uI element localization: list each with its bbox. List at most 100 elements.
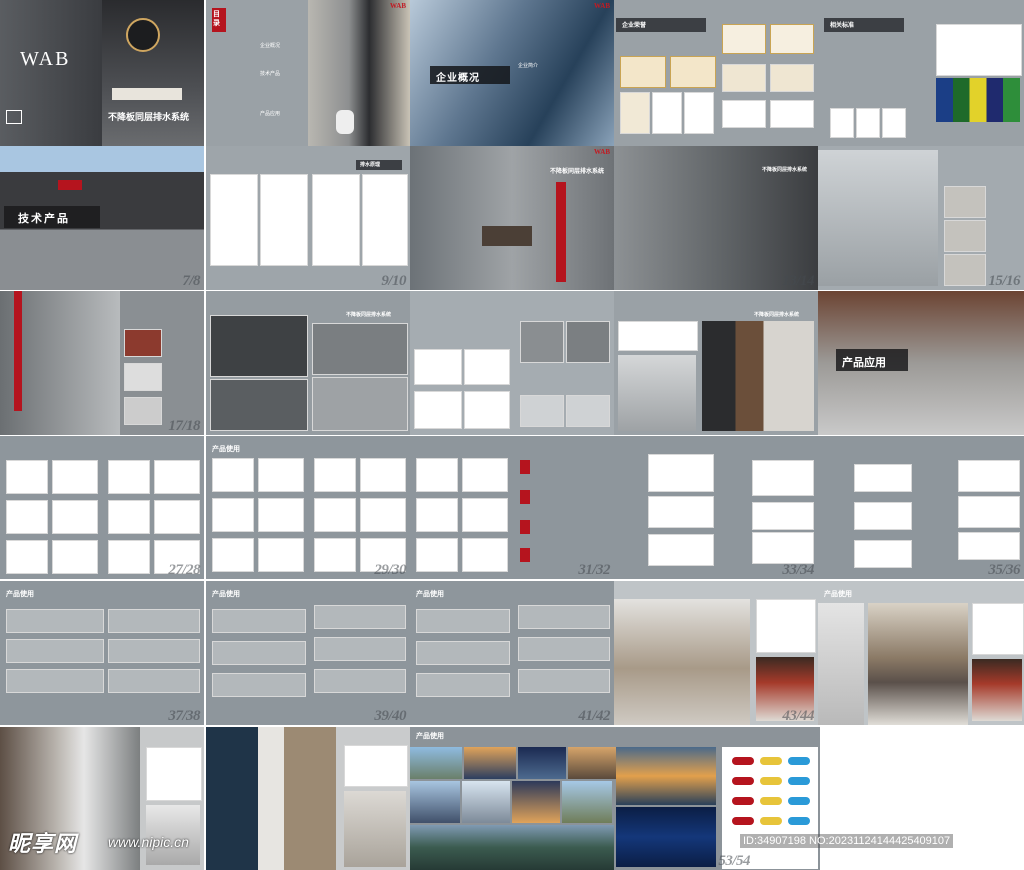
- fitting-6: [314, 538, 356, 572]
- toc-brand: WAB: [390, 2, 406, 10]
- watermark-id: ID:34907198 NO:20231124144425409107: [740, 834, 954, 848]
- toc-page: 目录 企业概况 技术产品 产品应用: [206, 0, 308, 146]
- spec-row-14: [416, 641, 510, 665]
- product-use-title-5: 产品使用: [824, 591, 852, 598]
- red-fitting-4: [520, 548, 530, 562]
- page-number: 53/54: [718, 853, 750, 869]
- floorplan-4: [344, 745, 408, 787]
- fitting-drawing-2: [258, 498, 304, 532]
- spread-application: 产品应用: [818, 291, 1024, 435]
- cert-4: [670, 56, 716, 88]
- cad-drawing-3: [414, 391, 462, 429]
- cert-11: [770, 100, 814, 128]
- spec-grid-10: [958, 460, 1020, 492]
- red-fitting-2: [520, 490, 530, 504]
- step-photo-4: [312, 377, 408, 431]
- partner-logo-11: [760, 817, 782, 825]
- step-photo-2: [210, 379, 308, 431]
- standard-doc-table: [936, 24, 1022, 76]
- spec-grid-9: [854, 540, 912, 568]
- fitting-2: [212, 498, 254, 532]
- spec-row-18: [518, 669, 610, 693]
- case-detail-photo-2: [972, 659, 1022, 721]
- product-drawing-5: [154, 500, 200, 534]
- spec-row-8: [212, 641, 306, 665]
- fitting-drawing-5: [360, 498, 406, 532]
- spread-technical-drawings: [410, 291, 614, 435]
- toilet-pipes-render: [818, 150, 938, 286]
- fitting-photo: [124, 363, 162, 391]
- pipe-wall-render: [0, 291, 120, 435]
- spread-honors: 企业荣誉 相关标准: [614, 0, 1024, 146]
- spread-products-41: 产品使用 41/42: [410, 581, 614, 725]
- partner-logo-8: [760, 797, 782, 805]
- application-title: 产品应用: [842, 357, 886, 369]
- product-white-2: [108, 540, 150, 574]
- spec-row-3: [6, 669, 104, 693]
- partner-logo-3: [788, 757, 810, 765]
- cert-9: [684, 92, 714, 134]
- spread-products-31: 31/32: [410, 436, 614, 579]
- spec-grid-3: [648, 534, 714, 566]
- spread-shower-room: 不降板同层排水系统 13/14: [614, 146, 818, 290]
- watermark-url: www.nipic.cn: [108, 834, 189, 850]
- spec-grid-6: [752, 532, 814, 564]
- spec-row-10: [314, 605, 406, 629]
- standard-doc-colorful: [936, 78, 1020, 122]
- page-number: 33/34: [782, 562, 814, 578]
- cad-drawing-2: [464, 349, 510, 385]
- spread-products-33: 33/34: [614, 436, 818, 579]
- standard-doc-1: [830, 108, 854, 138]
- watermark-logo: 昵享网: [8, 831, 78, 856]
- product-drawing-2: [52, 500, 98, 534]
- product-red-3: [6, 540, 48, 574]
- spec-row-12: [314, 669, 406, 693]
- steps-title: 不降板同层排水系统: [346, 312, 392, 318]
- spec-grid-5: [752, 502, 814, 530]
- spread-toc: 目录 企业概况 技术产品 产品应用 WAB: [206, 0, 410, 146]
- red-pipe: [556, 182, 566, 282]
- project-photo-5: [410, 781, 460, 823]
- partner-logo-2: [760, 757, 782, 765]
- product-use-title-2: 产品使用: [6, 591, 34, 598]
- brochure-spread-grid: WAB 不降板同层排水系统 目录 企业概况 技术产品 产品应用 WAB 企业概况…: [0, 0, 1024, 870]
- system-title: 不降板同层排水系统: [550, 169, 605, 175]
- product-red-2: [6, 500, 48, 534]
- standard-doc-2: [856, 108, 880, 138]
- cad-drawing-4: [464, 391, 510, 429]
- vanity-cabinet: [482, 226, 532, 246]
- product-use-title-6: 产品使用: [416, 733, 444, 740]
- cover-title: 不降板同层排水系统: [108, 112, 190, 122]
- spec-row-11: [314, 637, 406, 661]
- page-number: 29/30: [374, 562, 406, 578]
- spec-row-9: [212, 673, 306, 697]
- page-number: 41/42: [578, 708, 610, 724]
- floor-photo: [124, 397, 162, 425]
- case-vanity-photo: [868, 603, 968, 725]
- spread-install-diagrams: 排水原理 9/10: [206, 146, 410, 290]
- floorplan-2: [972, 603, 1024, 655]
- part-3: [416, 538, 458, 572]
- cad-drawing-1: [414, 349, 462, 385]
- part-drawing-2: [462, 498, 508, 532]
- cover-bathroom-photo: [102, 0, 204, 146]
- spread-company: 企业概况 企业简介 WAB: [410, 0, 614, 146]
- partner-logo-10: [732, 817, 754, 825]
- honors-page: 企业荣誉: [614, 0, 818, 146]
- spec-table: [618, 321, 698, 351]
- part-1: [416, 458, 458, 492]
- cert-1: [722, 24, 766, 54]
- page-number: 17/18: [168, 418, 200, 434]
- step-photo-3: [312, 323, 408, 375]
- spread-products-29: 产品使用 29/30: [206, 436, 410, 579]
- spread-cover: WAB 不降板同层排水系统: [0, 0, 204, 146]
- page-number: 31/32: [578, 562, 610, 578]
- spread-tech-products: 技术产品 7/8: [0, 146, 204, 290]
- fitting-5: [314, 498, 356, 532]
- project-photo-8: [562, 781, 612, 823]
- partner-logo-12: [788, 817, 810, 825]
- page-number: 15/16: [988, 273, 1020, 289]
- case-bathroom-photo: [614, 599, 750, 725]
- product-use-title-4: 产品使用: [416, 591, 444, 598]
- cover-brand: WAB: [20, 48, 71, 70]
